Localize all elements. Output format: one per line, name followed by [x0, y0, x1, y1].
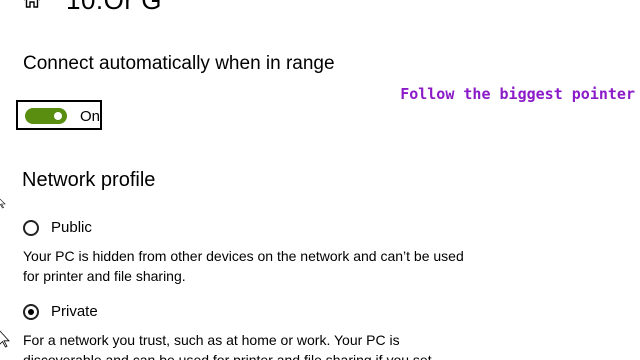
network-profile-heading: Network profile — [22, 169, 156, 191]
radio-private-circle[interactable] — [23, 303, 39, 320]
connect-automatically-label: Connect automatically when in range — [23, 53, 335, 74]
instruction-annotation: Follow the biggest pointer — [400, 85, 635, 103]
header: 10.Or G — [22, 0, 162, 16]
public-description: Your PC is hidden from other devices on … — [23, 248, 464, 284]
pointer-icon — [0, 330, 11, 348]
wifi-settings-page: 10.Or G Connect automatically when in ra… — [0, 0, 640, 360]
radio-public-label[interactable]: Public — [51, 219, 92, 236]
radio-public[interactable]: Public — [23, 219, 92, 236]
small-pointer-icon — [0, 196, 10, 214]
radio-private-label[interactable]: Private — [51, 303, 98, 320]
toggle-track[interactable] — [25, 108, 67, 124]
page-title: 10.Or G — [66, 0, 162, 16]
toggle-thumb — [54, 112, 62, 120]
connect-automatically-toggle[interactable]: On — [16, 100, 102, 130]
radio-public-circle[interactable] — [23, 219, 39, 236]
toggle-state-label: On — [80, 108, 101, 125]
private-description: For a network you trust, such as at home… — [23, 332, 432, 360]
radio-private[interactable]: Private — [23, 303, 98, 320]
home-icon[interactable] — [22, 0, 42, 10]
